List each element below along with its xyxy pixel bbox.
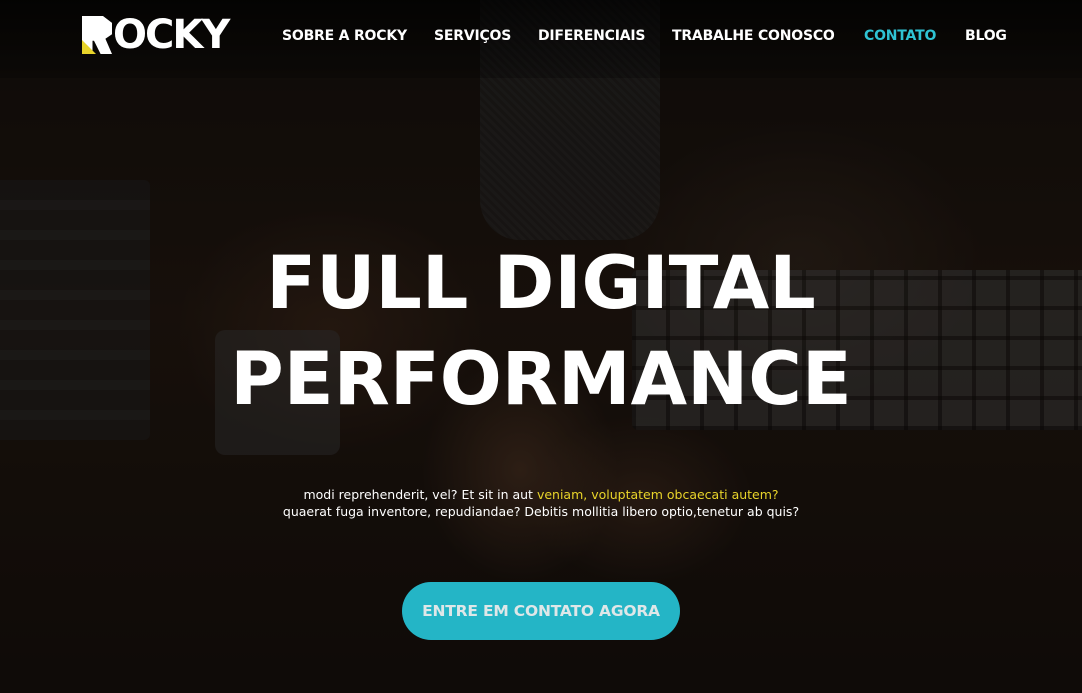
contact-cta-button[interactable]: ENTRE EM CONTATO AGORA: [402, 582, 680, 640]
nav-item-trabalhe-conosco[interactable]: TRABALHE CONOSCO: [672, 28, 835, 44]
hero-headline: FULL DIGITAL PERFORMANCE: [0, 236, 1082, 428]
nav-item-contato[interactable]: CONTATO: [864, 28, 936, 44]
hero-subtext-highlight: veniam, voluptatem obcaecati autem?: [536, 487, 779, 502]
nav-item-diferenciais[interactable]: DIFERENCIAIS: [538, 28, 645, 44]
main-nav: SOBRE A ROCKY SERVIÇOS DIFERENCIAIS TRAB…: [0, 28, 1082, 48]
nav-item-blog[interactable]: BLOG: [965, 28, 1007, 44]
nav-item-sobre-a-rocky[interactable]: SOBRE A ROCKY: [282, 28, 407, 44]
hero-subtext-text: modi reprehenderit, vel? Et sit in aut: [303, 487, 537, 502]
nav-item-servicos[interactable]: SERVIÇOS: [434, 28, 511, 44]
hero-headline-line-1: FULL DIGITAL: [266, 241, 816, 326]
hero-subtext-line-2: quaerat fuga inventore, repudiandae? Deb…: [282, 504, 800, 519]
site-header: OCKY SOBRE A ROCKY SERVIÇOS DIFERENCIAIS…: [0, 0, 1082, 78]
hero-subtext: modi reprehenderit, vel? Et sit in aut v…: [0, 486, 1082, 520]
hero-subtext-line-1: modi reprehenderit, vel? Et sit in aut v…: [0, 486, 1082, 503]
hero-headline-line-2: PERFORMANCE: [230, 337, 852, 422]
